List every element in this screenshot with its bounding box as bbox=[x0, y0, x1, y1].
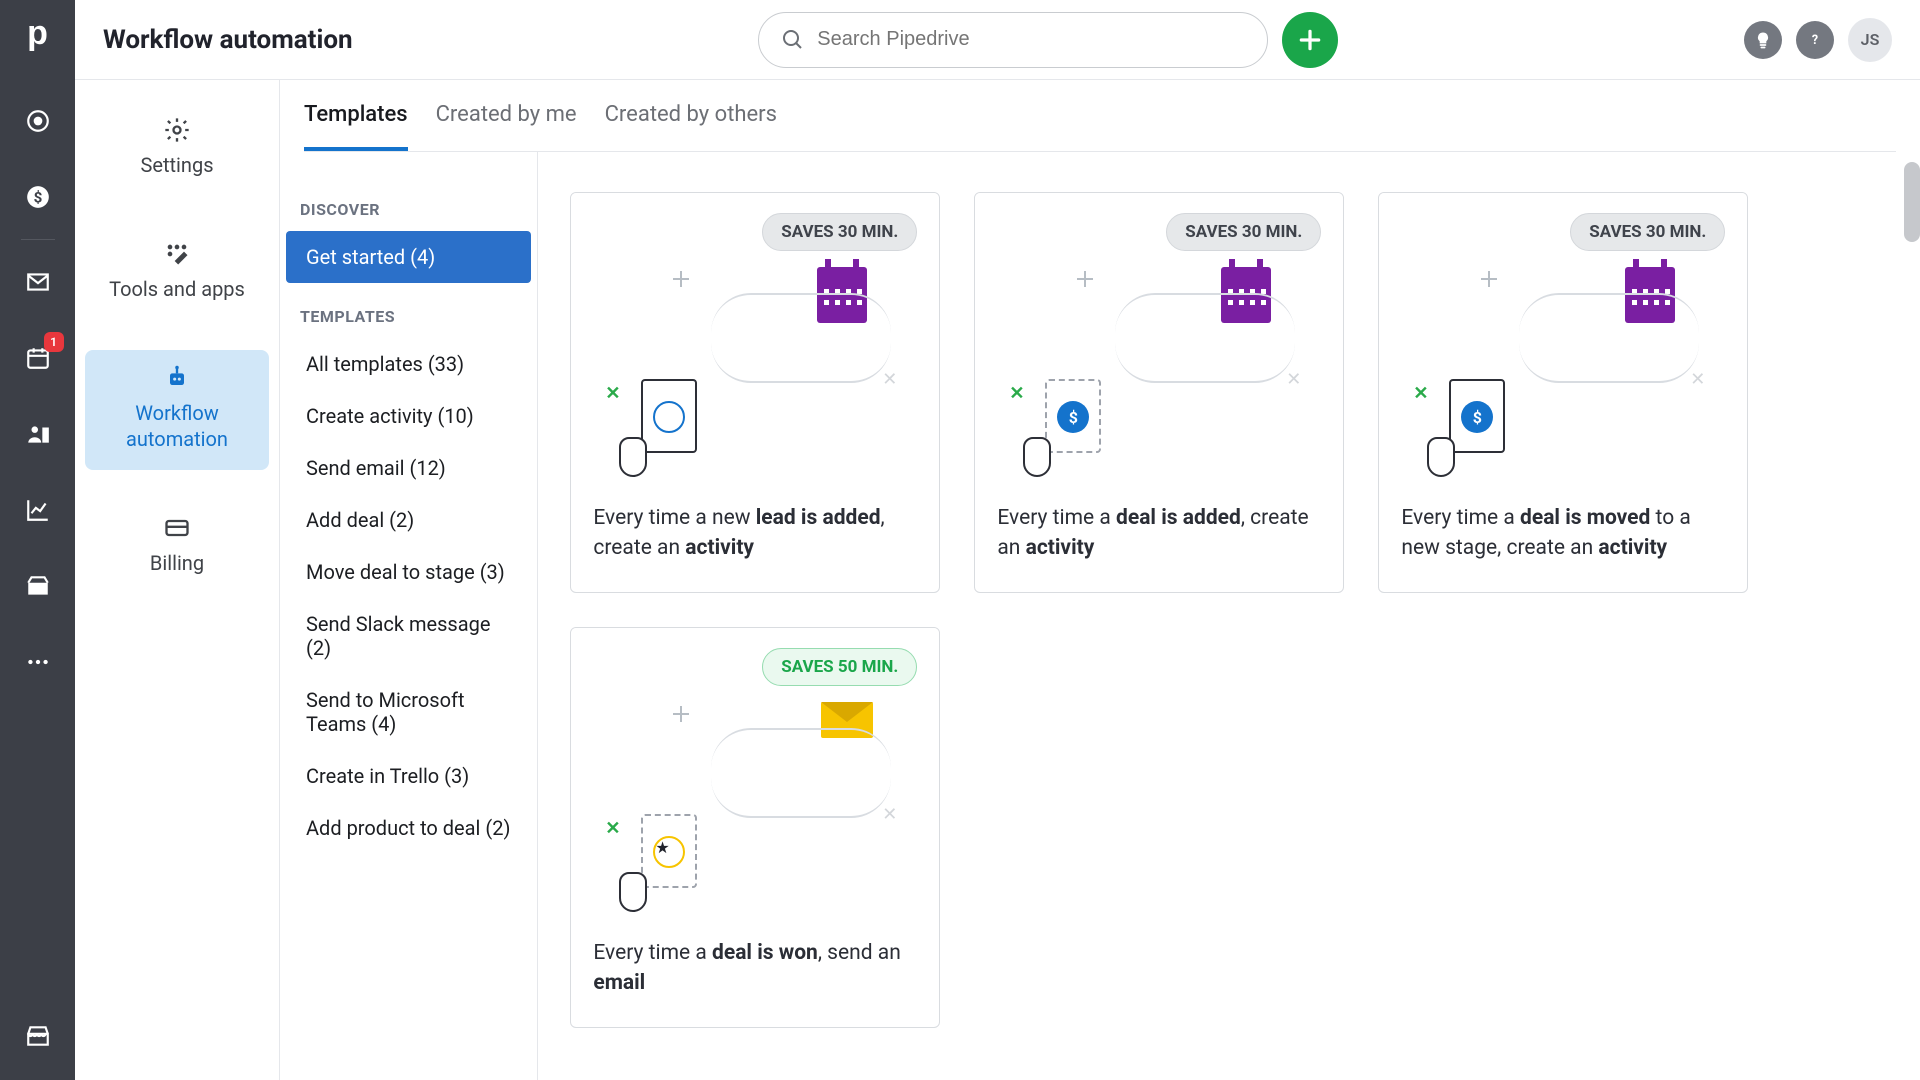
card-illustration: SAVES 50 MIN. ✕✕ ★ bbox=[571, 628, 939, 918]
tools-icon bbox=[163, 240, 191, 268]
deal-icon: $ bbox=[1031, 379, 1111, 479]
nav-leads[interactable] bbox=[20, 103, 56, 139]
category-header-templates: TEMPLATES bbox=[280, 283, 537, 338]
sidebar-item-label: Billing bbox=[150, 550, 204, 576]
nav-activities[interactable]: 1 bbox=[20, 340, 56, 376]
user-avatar[interactable]: JS bbox=[1848, 18, 1892, 62]
activities-badge: 1 bbox=[44, 332, 64, 352]
cat-send-email[interactable]: Send email (12) bbox=[286, 442, 531, 494]
nav-contacts[interactable] bbox=[20, 416, 56, 452]
cat-all-templates[interactable]: All templates (33) bbox=[286, 338, 531, 390]
nav-insights[interactable] bbox=[20, 492, 56, 528]
cat-add-product[interactable]: Add product to deal (2) bbox=[286, 802, 531, 854]
template-card[interactable]: SAVES 50 MIN. ✕✕ ★ Every time a deal is … bbox=[570, 627, 940, 1028]
card-description: Every time a deal is won, send an email bbox=[571, 918, 939, 1027]
tab-created-by-others[interactable]: Created by others bbox=[605, 102, 777, 151]
time-saved-badge: SAVES 30 MIN. bbox=[1166, 213, 1321, 251]
nav-mail[interactable] bbox=[20, 264, 56, 300]
cat-create-trello[interactable]: Create in Trello (3) bbox=[286, 750, 531, 802]
cat-create-activity[interactable]: Create activity (10) bbox=[286, 390, 531, 442]
search-icon bbox=[781, 28, 805, 52]
nav-marketplace[interactable] bbox=[20, 1018, 56, 1054]
box-icon bbox=[25, 573, 51, 599]
contacts-icon bbox=[25, 421, 51, 447]
template-cards: SAVES 30 MIN. ✕✕ Every time a new lead i… bbox=[538, 152, 1920, 1080]
dots-icon bbox=[25, 649, 51, 675]
content-area: Templates Created by me Created by other… bbox=[280, 80, 1920, 1080]
tab-created-by-me[interactable]: Created by me bbox=[436, 102, 577, 151]
target-icon bbox=[25, 108, 51, 134]
brand-logo: p bbox=[27, 14, 48, 53]
dollar-icon: $ bbox=[25, 184, 51, 210]
tab-templates[interactable]: Templates bbox=[304, 102, 408, 151]
trophy-icon: ★ bbox=[627, 814, 707, 914]
app-header: Workflow automation ? JS bbox=[75, 0, 1920, 80]
document-icon bbox=[627, 379, 707, 479]
card-description: Every time a deal is moved to a new stag… bbox=[1379, 483, 1747, 592]
question-icon: ? bbox=[1805, 30, 1825, 50]
svg-text:$: $ bbox=[33, 188, 42, 206]
cat-get-started[interactable]: Get started (4) bbox=[286, 231, 531, 283]
global-search[interactable] bbox=[758, 12, 1268, 68]
settings-sidebar: Settings Tools and apps Workflow automat… bbox=[75, 80, 280, 1080]
sidebar-item-label: Workflow automation bbox=[91, 400, 263, 452]
card-illustration: SAVES 30 MIN. ✕✕ $ bbox=[1379, 193, 1747, 483]
cat-move-deal[interactable]: Move deal to stage (3) bbox=[286, 546, 531, 598]
nav-more[interactable] bbox=[20, 644, 56, 680]
sidebar-item-workflow[interactable]: Workflow automation bbox=[85, 350, 269, 470]
chart-icon bbox=[25, 497, 51, 523]
sidebar-item-billing[interactable]: Billing bbox=[85, 500, 269, 594]
time-saved-badge: SAVES 30 MIN. bbox=[1570, 213, 1725, 251]
sidebar-item-label: Tools and apps bbox=[109, 276, 245, 302]
mail-icon bbox=[25, 269, 51, 295]
nav-deals[interactable]: $ bbox=[20, 179, 56, 215]
cat-send-slack[interactable]: Send Slack message (2) bbox=[286, 598, 531, 674]
category-header-discover: DISCOVER bbox=[280, 176, 537, 231]
scrollbar-thumb[interactable] bbox=[1904, 162, 1920, 242]
time-saved-badge: SAVES 50 MIN. bbox=[762, 648, 917, 686]
svg-text:?: ? bbox=[1812, 33, 1818, 48]
card-icon bbox=[163, 514, 191, 542]
deal-move-icon: $ bbox=[1435, 379, 1515, 479]
sidebar-item-settings[interactable]: Settings bbox=[85, 102, 269, 196]
sidebar-item-tools[interactable]: Tools and apps bbox=[85, 226, 269, 320]
bulb-icon bbox=[1753, 30, 1773, 50]
template-categories: DISCOVER Get started (4) TEMPLATES All t… bbox=[280, 152, 538, 1080]
card-illustration: SAVES 30 MIN. ✕✕ $ bbox=[975, 193, 1343, 483]
store-icon bbox=[25, 1023, 51, 1049]
sidebar-item-label: Settings bbox=[140, 152, 213, 178]
robot-icon bbox=[163, 364, 191, 392]
template-card[interactable]: SAVES 30 MIN. ✕✕ $ Every time a deal is … bbox=[974, 192, 1344, 593]
template-card[interactable]: SAVES 30 MIN. ✕✕ $ Every time a deal is … bbox=[1378, 192, 1748, 593]
template-card[interactable]: SAVES 30 MIN. ✕✕ Every time a new lead i… bbox=[570, 192, 940, 593]
cat-add-deal[interactable]: Add deal (2) bbox=[286, 494, 531, 546]
template-tabs: Templates Created by me Created by other… bbox=[280, 80, 1920, 152]
nav-rail: p $ 1 bbox=[0, 0, 75, 1080]
card-illustration: SAVES 30 MIN. ✕✕ bbox=[571, 193, 939, 483]
card-description: Every time a new lead is added, create a… bbox=[571, 483, 939, 592]
time-saved-badge: SAVES 30 MIN. bbox=[762, 213, 917, 251]
quick-add-button[interactable] bbox=[1282, 12, 1338, 68]
page-title: Workflow automation bbox=[103, 25, 353, 55]
nav-products[interactable] bbox=[20, 568, 56, 604]
rail-separator bbox=[21, 239, 55, 240]
gear-icon bbox=[163, 116, 191, 144]
plus-icon bbox=[1297, 27, 1323, 53]
search-input[interactable] bbox=[817, 28, 1245, 51]
cat-send-teams[interactable]: Send to Microsoft Teams (4) bbox=[286, 674, 531, 750]
help-button[interactable]: ? bbox=[1796, 21, 1834, 59]
card-description: Every time a deal is added, create an ac… bbox=[975, 483, 1343, 592]
tips-button[interactable] bbox=[1744, 21, 1782, 59]
